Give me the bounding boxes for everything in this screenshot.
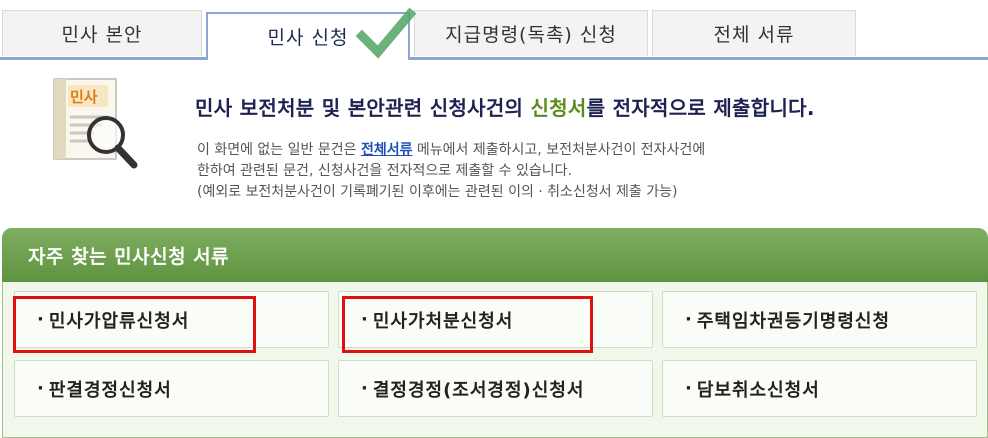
panel-title: 자주 찾는 민사신청 서류	[28, 246, 230, 268]
item-provisional-disposition[interactable]: · 민사가처분신청서	[338, 291, 653, 348]
page-headline: 민사 보전처분 및 본안관련 신청사건의 신청서를 전자적으로 제출합니다.	[195, 96, 815, 120]
document-search-icon: 민사	[53, 78, 138, 169]
checkmark-icon	[356, 7, 416, 59]
tab-civil-main[interactable]: 민사 본안	[2, 10, 202, 56]
item-judgment-correction[interactable]: · 판결경정신청서	[14, 360, 329, 417]
item-decision-correction[interactable]: · 결정경정(조서경정)신청서	[338, 360, 653, 417]
tab-bar: 민사 본안 민사 신청 지급명령(독촉) 신청 전체 서류	[0, 0, 988, 60]
tab-payment-order[interactable]: 지급명령(독촉) 신청	[414, 10, 648, 56]
tab-all-documents[interactable]: 전체 서류	[652, 10, 856, 56]
item-security-cancellation[interactable]: · 담보취소신청서	[662, 360, 977, 417]
item-lease-registration[interactable]: · 주택임차권등기명령신청	[662, 291, 977, 348]
all-documents-link[interactable]: 전체서류	[361, 142, 413, 158]
item-provisional-attachment[interactable]: · 민사가압류신청서	[14, 291, 329, 348]
description: 이 화면에 없는 일반 문건은 전체서류 메뉴에서 제출하시고, 보전처분사건이…	[197, 142, 706, 200]
icon-label: 민사	[70, 88, 98, 106]
tab-underline	[0, 57, 988, 60]
